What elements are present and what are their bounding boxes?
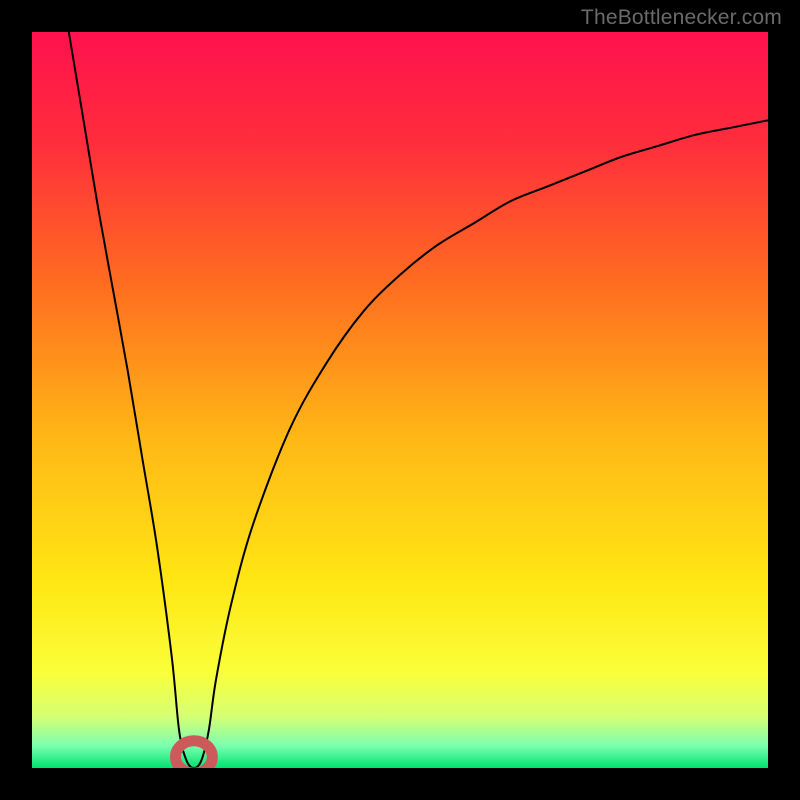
- gradient-background: [32, 32, 768, 768]
- chart-frame: TheBottlenecker.com: [0, 0, 800, 800]
- bottleneck-chart-svg: [32, 32, 768, 768]
- plot-area: [32, 32, 768, 768]
- watermark-text: TheBottlenecker.com: [581, 6, 782, 30]
